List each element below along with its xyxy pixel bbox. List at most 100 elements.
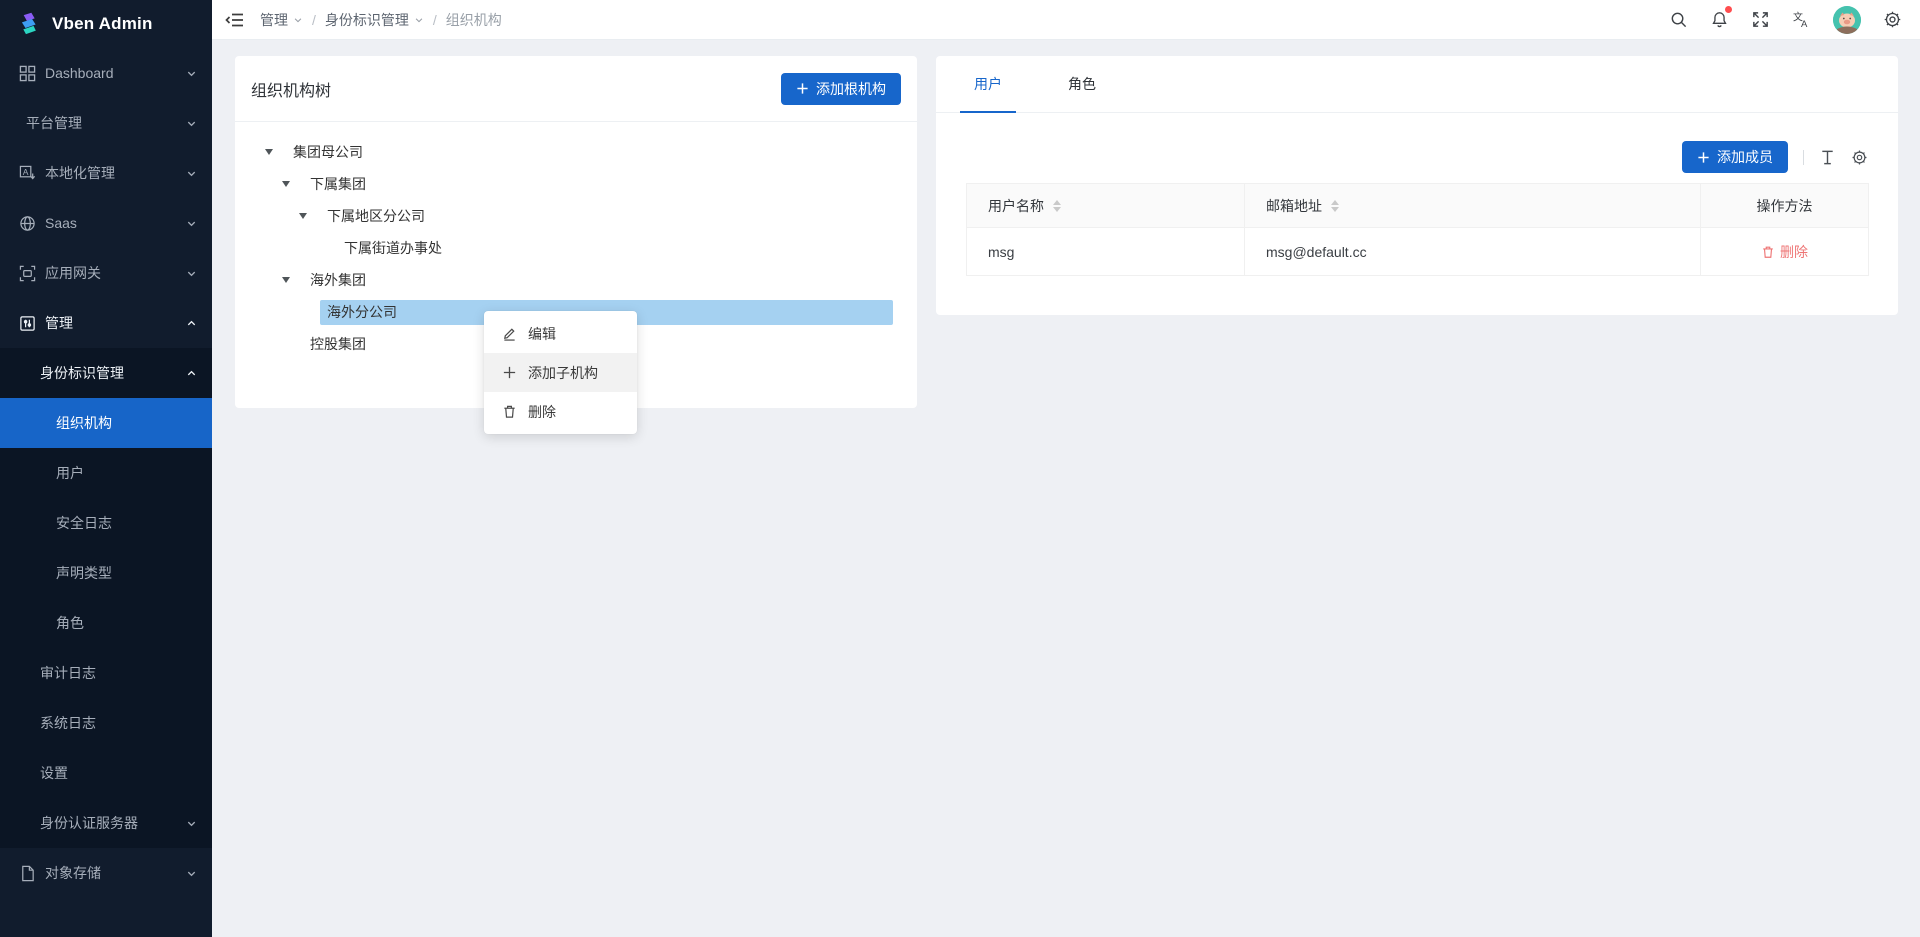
translate-icon[interactable]: 文A — [1792, 10, 1811, 29]
sidebar-item-app-gateway[interactable]: 应用网关 — [0, 248, 212, 298]
sidebar: Vben Admin Dashboard 平台管理 A — [0, 0, 212, 937]
tab-users[interactable]: 用户 — [960, 56, 1016, 112]
org-tree-panel-header: 组织机构树 添加根机构 — [235, 56, 917, 122]
context-menu-delete[interactable]: 删除 — [484, 392, 637, 431]
gear-icon[interactable] — [1851, 149, 1868, 166]
sidebar-item-label: 平台管理 — [26, 113, 82, 133]
tree-context-menu: 编辑 添加子机构 删除 — [484, 311, 637, 434]
plus-icon — [502, 365, 517, 380]
tree-node[interactable]: 下属集团 — [265, 168, 893, 200]
fullscreen-icon[interactable] — [1751, 10, 1770, 29]
sidebar-item-label: 角色 — [56, 613, 84, 633]
table-toolbar: 添加成员 — [936, 113, 1898, 183]
delete-member-button[interactable]: 删除 — [1761, 242, 1808, 262]
sidebar-item-label: 用户 — [56, 463, 84, 483]
header-actions: 文A — [1669, 6, 1920, 34]
dashboard-icon — [19, 65, 36, 82]
avatar[interactable] — [1833, 6, 1861, 34]
sidebar-item-identity-management[interactable]: 身份标识管理 — [0, 348, 212, 398]
tree-node[interactable]: 海外集团 — [265, 264, 893, 296]
sidebar-item-audit-logs[interactable]: 审计日志 — [0, 648, 212, 698]
toolbar-divider — [1803, 150, 1804, 165]
sidebar-item-label: 管理 — [45, 313, 73, 333]
app-logo[interactable]: Vben Admin — [0, 0, 212, 48]
tree-caret-icon[interactable] — [299, 213, 320, 219]
sidebar-item-label: 设置 — [40, 763, 68, 783]
app-title: Vben Admin — [52, 14, 153, 34]
cell-actions: 删除 — [1701, 228, 1869, 276]
gateway-icon — [19, 265, 36, 282]
sort-carets-icon[interactable] — [1331, 200, 1339, 212]
chevron-down-icon — [186, 268, 197, 279]
notification-dot — [1725, 6, 1732, 13]
sidebar-item-claim-types[interactable]: 声明类型 — [0, 548, 212, 598]
sidebar-item-label: 审计日志 — [40, 663, 96, 683]
svg-text:A: A — [23, 166, 29, 176]
context-menu-edit[interactable]: 编辑 — [484, 314, 637, 353]
sort-carets-icon[interactable] — [1053, 200, 1061, 212]
trash-icon — [1761, 245, 1775, 259]
chevron-up-icon — [186, 318, 197, 329]
sidebar-item-roles[interactable]: 角色 — [0, 598, 212, 648]
table-header-row: 用户名称 邮箱地址 操作方法 — [967, 184, 1869, 228]
panel-title: 组织机构树 — [251, 77, 331, 101]
tree-caret-icon[interactable] — [282, 181, 303, 187]
sidebar-item-label: Dashboard — [45, 65, 114, 81]
sidebar-item-users[interactable]: 用户 — [0, 448, 212, 498]
svg-text:A: A — [1801, 19, 1808, 29]
column-header-actions: 操作方法 — [1701, 184, 1869, 228]
cell-username: msg — [967, 228, 1245, 276]
localization-icon: A — [19, 165, 36, 182]
column-height-icon[interactable] — [1819, 149, 1836, 166]
bell-icon[interactable] — [1710, 10, 1729, 29]
breadcrumb: 管理 / 身份标识管理 / 组织机构 — [260, 10, 502, 30]
sidebar-item-saas[interactable]: Saas — [0, 198, 212, 248]
add-member-button[interactable]: 添加成员 — [1682, 141, 1788, 173]
plus-icon — [796, 82, 809, 95]
chevron-down-icon — [186, 218, 197, 229]
sidebar-item-object-storage[interactable]: 对象存储 — [0, 848, 212, 898]
sidebar-item-label: Saas — [45, 215, 77, 231]
sidebar-item-dashboard[interactable]: Dashboard — [0, 48, 212, 98]
sidebar-item-label: 系统日志 — [40, 713, 96, 733]
tab-roles[interactable]: 角色 — [1054, 56, 1110, 112]
top-header: 管理 / 身份标识管理 / 组织机构 — [212, 0, 1920, 40]
sidebar-item-management[interactable]: 管理 — [0, 298, 212, 348]
menu-fold-icon[interactable] — [224, 9, 246, 31]
gear-icon[interactable] — [1883, 10, 1902, 29]
breadcrumb-item[interactable]: 身份标识管理 — [325, 10, 424, 30]
search-icon[interactable] — [1669, 10, 1688, 29]
context-menu-add-child[interactable]: 添加子机构 — [484, 353, 637, 392]
detail-panel: 用户 角色 添加成员 — [936, 56, 1898, 315]
column-header-email[interactable]: 邮箱地址 — [1245, 184, 1701, 228]
chevron-down-icon — [186, 68, 197, 79]
sidebar-item-system-logs[interactable]: 系统日志 — [0, 698, 212, 748]
chevron-down-icon — [186, 868, 197, 879]
tree-node[interactable]: 下属地区分公司 — [265, 200, 893, 232]
sidebar-item-identity-server[interactable]: 身份认证服务器 — [0, 798, 212, 848]
table-row[interactable]: msg msg@default.cc 删除 — [967, 228, 1869, 276]
sidebar-item-platform-management[interactable]: 平台管理 — [0, 98, 212, 148]
chevron-down-icon — [186, 818, 197, 829]
sidebar-item-settings[interactable]: 设置 — [0, 748, 212, 798]
sidebar-item-localization[interactable]: A 本地化管理 — [0, 148, 212, 198]
chevron-down-icon — [186, 118, 197, 129]
tree-caret-icon[interactable] — [282, 277, 303, 283]
chevron-down-icon — [414, 15, 424, 25]
sidebar-item-security-logs[interactable]: 安全日志 — [0, 498, 212, 548]
add-root-org-button[interactable]: 添加根机构 — [781, 73, 901, 105]
tree-node[interactable]: 下属街道办事处 — [265, 232, 893, 264]
tree-caret-icon[interactable] — [265, 149, 286, 155]
sidebar-item-organization[interactable]: 组织机构 — [0, 398, 212, 448]
column-header-username[interactable]: 用户名称 — [967, 184, 1245, 228]
sidebar-item-label: 身份认证服务器 — [40, 813, 138, 833]
plus-icon — [1697, 151, 1710, 164]
chevron-up-icon — [186, 368, 197, 379]
sidebar-item-label: 本地化管理 — [45, 163, 115, 183]
breadcrumb-item[interactable]: 管理 — [260, 10, 303, 30]
members-table: 用户名称 邮箱地址 操作方法 msg msg@default.cc — [966, 183, 1869, 276]
sidebar-item-label: 对象存储 — [45, 863, 101, 883]
sidebar-nav: Dashboard 平台管理 A 本地化管理 — [0, 48, 212, 898]
trash-icon — [502, 404, 517, 419]
tree-node[interactable]: 集团母公司 — [265, 136, 893, 168]
